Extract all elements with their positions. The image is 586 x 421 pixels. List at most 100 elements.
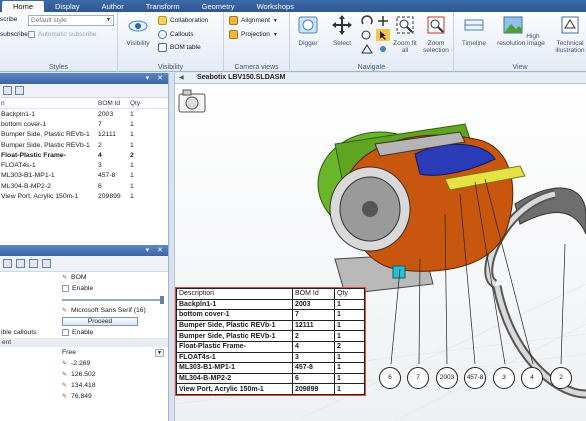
bom-panel-toolbar — [0, 84, 168, 98]
camera-caption: Camera views — [234, 64, 279, 71]
unsubscribe-row[interactable]: subscribe — [0, 31, 28, 38]
timeline-icon — [464, 19, 484, 31]
balloon-callout[interactable]: 6 — [379, 367, 401, 389]
bom-list-row[interactable]: Bumper Side, Plastic REVb-1 12111 1 — [0, 130, 168, 140]
chevron-down-icon[interactable]: ▼ — [105, 17, 112, 24]
alignment-icon — [229, 16, 238, 25]
properties-icon[interactable] — [42, 259, 51, 268]
zoom-icon[interactable] — [360, 29, 374, 41]
fly-icon[interactable] — [360, 43, 374, 55]
proceed-button[interactable]: Proceed — [62, 317, 138, 326]
bom-list-row[interactable]: View Port, Acrylic 150m-1 209899 1 — [0, 191, 168, 201]
style-combo[interactable]: Default style ▼ — [28, 15, 114, 26]
bom-list-row[interactable]: Bumper Side, Plastic REVb-1 2 1 — [0, 140, 168, 150]
proceed-row: Proceed — [0, 316, 168, 327]
bom-list-row[interactable]: Backpln1-1 2003 1 — [0, 109, 168, 119]
section-header[interactable]: ent — [0, 338, 168, 347]
coord-value[interactable]: 76.849 — [71, 393, 92, 400]
bom-list-cell: 12111 — [98, 131, 116, 139]
balloon-callout[interactable]: 2 — [550, 367, 572, 389]
bom-list-row[interactable]: ML304-B-MP2-2 6 1 — [0, 181, 168, 191]
tab-transform[interactable]: Transform — [135, 1, 191, 12]
chevron-down-icon: ▼ — [272, 17, 278, 24]
coord-value[interactable]: -2.269 — [71, 360, 90, 367]
high-resolution-image-button[interactable]: High resolution image — [494, 14, 548, 47]
collaboration-row[interactable]: Collaboration — [158, 16, 208, 25]
bom-list-cell: 1 — [130, 193, 134, 201]
list-icon[interactable] — [29, 259, 38, 268]
bom-table-overlay[interactable]: Description BOM Id Qty Backpln1-1 2003 1 bo… — [175, 287, 366, 396]
bom-table-header-cell: Qty — [334, 288, 365, 300]
bom-list-row[interactable]: ML303-B1-MP1-1 457-8 1 — [0, 171, 168, 181]
panel-window-buttons[interactable]: ▾ ✕ — [146, 246, 166, 254]
bom-table-cell: 1 — [334, 383, 365, 395]
bom-table-row: View Port, Acrylic 150m-1 209899 1 — [176, 383, 365, 395]
rotate-icon[interactable] — [360, 15, 374, 27]
collapse-arrow-icon[interactable]: ◀ — [179, 74, 184, 81]
subscribe-row[interactable]: scribe — [0, 16, 17, 23]
document-tab-title[interactable]: Seabotix LBV150.SLDASM — [197, 74, 285, 81]
bom-table-cell: Backpln1-1 — [176, 298, 293, 311]
chevron-down-icon[interactable]: ▼ — [155, 348, 164, 357]
bom-table-cell: 457-8 — [292, 362, 335, 374]
placement-value[interactable]: Free — [62, 349, 76, 356]
select-button[interactable]: Select — [328, 14, 356, 47]
font-value[interactable]: Microsoft Sans Serif (16) — [71, 307, 146, 314]
bom-col-id[interactable]: BOM Id — [98, 100, 130, 107]
bom-col-name[interactable]: n — [0, 100, 98, 107]
slider-thumb[interactable] — [160, 295, 164, 304]
coord-value[interactable]: 126.502 — [71, 371, 96, 378]
technical-illustration-button[interactable]: Technical illustration — [550, 14, 586, 54]
coord-row: ✎ -2.269 — [0, 358, 168, 369]
bom-list-cell: 4 — [98, 151, 102, 159]
balloon-callout[interactable]: 4 — [521, 367, 543, 389]
filter-icon[interactable] — [16, 259, 25, 268]
cursor-arrow-icon[interactable] — [376, 29, 390, 41]
enable-checkbox[interactable] — [62, 285, 69, 292]
digger-button[interactable]: Digger — [292, 14, 324, 47]
alignment-row[interactable]: Alignment ▼ — [229, 16, 278, 25]
panel-window-buttons[interactable]: ▾ ✕ — [146, 74, 166, 82]
bom-list-row[interactable]: FLOAT4s-1 3 1 — [0, 160, 168, 170]
tab-workshops[interactable]: Workshops — [246, 1, 305, 12]
callouts-row[interactable]: Callouts — [158, 30, 193, 39]
balloon-callout[interactable]: 3 — [493, 367, 515, 389]
bom-table-cell: 1 — [334, 319, 365, 332]
3d-viewport[interactable]: Description BOM Id Qty Backpln1-1 2003 1 bo… — [175, 84, 586, 421]
auto-subscribe-checkbox[interactable] — [28, 31, 35, 38]
coord-value[interactable]: 134.418 — [71, 382, 96, 389]
bom-col-qty[interactable]: Qty — [130, 100, 160, 107]
bom-style-value[interactable]: BOM — [71, 274, 86, 281]
zoom-selection-icon — [427, 16, 445, 34]
sort-icon[interactable] — [3, 259, 12, 268]
tab-geometry[interactable]: Geometry — [191, 1, 246, 12]
table-layout-icon[interactable] — [3, 86, 12, 95]
balloon-callout[interactable]: 7 — [407, 367, 429, 389]
bom-table-cell: Bumper Side, Plastic REVb-1 — [176, 330, 293, 342]
zoom-fit-all-button[interactable]: Zoom fit all — [392, 14, 418, 54]
bom-list-row[interactable]: Float-Plastic Frame- 4 2 — [0, 150, 168, 160]
look-icon[interactable] — [376, 43, 390, 55]
bom-table-row[interactable]: BOM table — [158, 43, 201, 52]
balloon-callout[interactable]: 2003 — [436, 367, 458, 389]
size-slider[interactable] — [62, 295, 164, 304]
bom-table-cell: bottom cover-1 — [176, 309, 293, 321]
pan-icon[interactable] — [376, 15, 390, 27]
timeline-button[interactable]: Timeline — [456, 14, 492, 47]
bom-list-cell: 7 — [98, 120, 102, 128]
visibility-button[interactable]: Visibility — [120, 14, 156, 47]
auto-subscribe-row[interactable]: Automatic subscribe — [28, 31, 97, 38]
tab-home[interactable]: Home — [2, 1, 45, 12]
projection-row[interactable]: Projection ▼ — [229, 30, 278, 39]
bom-style-row: ✎ BOM — [0, 272, 168, 283]
zoom-selection-button[interactable]: Zoom selection — [420, 14, 452, 54]
bom-list-cell: Bumper Side, Plastic REVb-1 — [1, 131, 90, 139]
tab-display[interactable]: Display — [44, 1, 91, 12]
balloon-callout[interactable]: 457-8 — [464, 367, 486, 389]
callouts-enable-checkbox[interactable] — [62, 329, 69, 336]
bom-list-row[interactable]: bottom cover-1 7 1 — [0, 119, 168, 129]
grid-icon[interactable] — [15, 86, 24, 95]
bom-list-cell: 1 — [130, 131, 134, 139]
bom-table-label: BOM table — [170, 44, 201, 51]
tab-author[interactable]: Author — [91, 1, 135, 12]
